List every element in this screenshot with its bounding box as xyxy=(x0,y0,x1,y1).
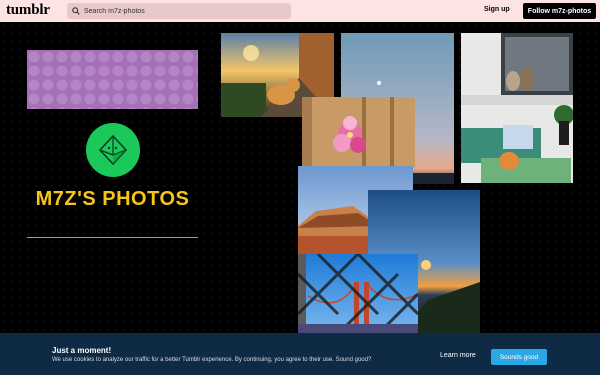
follow-button[interactable]: Follow m7z-photos xyxy=(523,3,596,19)
search-icon xyxy=(72,7,80,15)
learn-more-link[interactable]: Learn more xyxy=(440,352,476,359)
blog-header-image xyxy=(27,50,198,109)
photo-pink-flower[interactable] xyxy=(302,97,415,167)
cookie-title: Just a moment! xyxy=(52,346,112,355)
blog-title[interactable]: M7Z'S PHOTOS xyxy=(27,188,198,211)
blog-avatar[interactable] xyxy=(86,123,140,177)
tumblr-logo[interactable]: tumblr xyxy=(6,2,50,19)
photo-cats-window[interactable] xyxy=(461,33,573,183)
photo-bridge-fence[interactable] xyxy=(298,254,418,334)
title-divider xyxy=(27,237,198,238)
sign-up-link[interactable]: Sign up xyxy=(484,6,510,13)
top-bar: tumblr Sign up Follow m7z-photos xyxy=(0,0,600,22)
cube-avatar-icon xyxy=(98,134,128,166)
accept-cookies-button[interactable]: Sounds good xyxy=(491,349,547,365)
cookie-text: We use cookies to analyze our traffic fo… xyxy=(52,357,372,363)
search-box[interactable] xyxy=(67,3,291,19)
search-input[interactable] xyxy=(84,7,274,15)
